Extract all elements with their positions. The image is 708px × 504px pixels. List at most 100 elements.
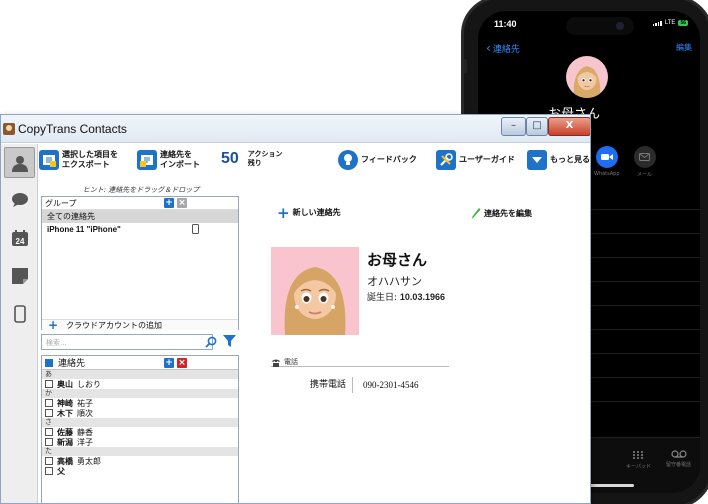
add-group-button[interactable]: + xyxy=(164,198,174,208)
screenshot-canvas: 11:40 LTE 56 ‹ 連絡先 編集 WhatsApp メール キーパッド… xyxy=(0,0,708,504)
calendar-day: 24 xyxy=(15,237,24,246)
contact-row[interactable]: 新潟 洋子 xyxy=(42,437,238,447)
user-guide-button[interactable]: ユーザーガイド xyxy=(436,150,515,170)
feedback-label: フィードバック xyxy=(361,155,417,164)
delete-group-button[interactable]: × xyxy=(177,198,187,208)
phone-action-video[interactable]: WhatsApp xyxy=(594,146,620,178)
export-label-2: エクスポート xyxy=(62,160,110,169)
contact-checkbox[interactable] xyxy=(45,457,53,465)
actions-label-2: 残り xyxy=(247,159,262,167)
group-iphone[interactable]: iPhone 11 "iPhone" xyxy=(42,223,238,236)
contacts-header: 連絡先 + × xyxy=(42,356,238,370)
import-icon xyxy=(137,150,157,170)
phone-device-icon xyxy=(192,224,199,234)
add-contact-button[interactable]: + xyxy=(164,358,174,368)
phone-tab-label: キーパッド xyxy=(626,464,651,470)
signal-icon xyxy=(652,20,662,26)
phone-action-label: WhatsApp xyxy=(594,171,620,177)
nav-calendar[interactable]: 24 xyxy=(4,222,35,253)
video-icon xyxy=(595,146,618,168)
plus-icon: + xyxy=(48,318,59,332)
phone-device-icon xyxy=(13,304,26,323)
phone-side-button xyxy=(464,59,467,73)
search-input[interactable]: 検索... xyxy=(41,334,213,350)
voicemail-icon xyxy=(670,450,687,458)
nav-contacts[interactable] xyxy=(4,147,35,178)
select-all-checkbox[interactable] xyxy=(45,358,53,367)
network-label: LTE xyxy=(664,20,676,26)
phone-action-mail[interactable]: メール xyxy=(633,146,656,178)
import-label-2: インポート xyxy=(160,160,200,169)
contact-checkbox[interactable] xyxy=(45,399,53,407)
phone-status-bar: LTE 56 xyxy=(652,20,688,26)
phone-number: 090-2301-4546 xyxy=(363,380,419,390)
more-label: もっと見る xyxy=(550,155,590,164)
nav-notes[interactable] xyxy=(4,260,35,291)
groups-header-label: グループ xyxy=(45,198,77,208)
phone-edit-button[interactable]: 編集 xyxy=(676,42,692,53)
title-bar[interactable]: CopyTrans Contacts – □ X xyxy=(1,115,590,143)
messages-icon xyxy=(11,192,28,207)
user-guide-label: ユーザーガイド xyxy=(459,155,515,164)
export-icon xyxy=(39,150,59,170)
contact-row[interactable]: 木下 順次 xyxy=(42,408,238,418)
contact-row[interactable]: 奥山 しおり xyxy=(42,379,238,389)
app-logo-icon xyxy=(3,123,15,135)
minimize-button[interactable]: – xyxy=(501,117,526,136)
phone-back-button[interactable]: ‹ 連絡先 xyxy=(486,41,520,55)
pencil-icon xyxy=(472,208,481,219)
contact-checkbox[interactable] xyxy=(45,428,53,436)
contact-name: お母さん xyxy=(367,251,428,269)
phone-row[interactable]: 携帯電話 090-2301-4546 xyxy=(271,370,451,400)
filter-icon[interactable] xyxy=(223,335,236,348)
group-all-contacts[interactable]: 全ての連絡先 xyxy=(42,210,238,223)
nav-device[interactable] xyxy=(4,298,35,329)
export-label-1: 選択した項目を xyxy=(62,150,118,159)
more-button[interactable]: もっと見る xyxy=(527,150,590,170)
contacts-icon xyxy=(11,155,28,172)
phone-tab-voicemail[interactable]: 留守番電話 xyxy=(666,450,691,468)
close-button[interactable]: X xyxy=(548,117,590,136)
groups-panel: グループ + × 全ての連絡先 iPhone 11 "iPhone" + クラウ… xyxy=(41,196,239,332)
contact-row[interactable]: 佐藤 静香 xyxy=(42,427,238,437)
left-panel: ヒント: 連絡先をドラッグ＆ドロップ グループ + × 全ての連絡先 iPhon… xyxy=(41,183,241,503)
new-contact-label: 新しい連絡先 xyxy=(292,208,341,217)
edit-contact-button[interactable]: 連絡先を編集 xyxy=(471,207,532,219)
group-label: iPhone 11 "iPhone" xyxy=(47,225,121,234)
contacts-list: 連絡先 + × あ 奥山 しおり か 神崎 祐子 木下 順次 さ 佐藤 静香 新… xyxy=(41,355,239,503)
add-cloud-account-button[interactable]: + クラウドアカウントの追加 xyxy=(42,318,238,332)
contact-checkbox[interactable] xyxy=(45,467,53,475)
export-button[interactable]: 選択した項目を エクスポート xyxy=(39,150,118,170)
phone-time: 11:40 xyxy=(494,19,517,29)
search-icon[interactable] xyxy=(205,336,217,348)
contact-last-name: 父 xyxy=(57,466,65,476)
contact-checkbox[interactable] xyxy=(45,409,53,417)
add-cloud-label: クラウドアカウントの追加 xyxy=(66,320,163,330)
chevron-left-icon: ‹ xyxy=(486,41,491,55)
dynamic-island xyxy=(566,17,634,35)
contact-checkbox[interactable] xyxy=(45,438,53,446)
contact-row[interactable]: 父 xyxy=(42,466,238,476)
birthday-label: 誕生日: xyxy=(367,293,398,303)
nav-messages[interactable] xyxy=(4,184,35,215)
contact-row[interactable]: 神崎 祐子 xyxy=(42,398,238,408)
feedback-button[interactable]: フィードバック xyxy=(338,150,417,170)
contact-checkbox[interactable] xyxy=(45,380,53,388)
left-nav-bar: 24 xyxy=(1,144,38,503)
delete-contact-button[interactable]: × xyxy=(177,358,187,368)
groups-header: グループ + × xyxy=(42,197,238,210)
toolbar: 選択した項目を エクスポート 連絡先を インポート 50 アクション 残り フィードバ… xyxy=(38,144,590,182)
tools-icon xyxy=(436,150,456,170)
maximize-button[interactable]: □ xyxy=(526,117,548,136)
import-button[interactable]: 連絡先を インポート xyxy=(137,150,200,170)
new-contact-button[interactable]: + 新しい連絡先 xyxy=(277,205,341,220)
copytrans-window: CopyTrans Contacts – □ X 24 選択した項目を エクスポ… xyxy=(0,114,591,504)
contact-row[interactable]: 高橋 勇太郎 xyxy=(42,456,238,466)
contact-first-name: しおり xyxy=(77,379,101,389)
group-label: 全ての連絡先 xyxy=(47,212,95,221)
actions-count: 50 xyxy=(221,150,239,167)
phone-tab-keypad[interactable]: キーパッド xyxy=(626,450,651,470)
contact-kana: オハハサン xyxy=(367,275,422,288)
drag-drop-hint: ヒント: 連絡先をドラッグ＆ドロップ xyxy=(82,186,200,194)
contact-last-name: 木下 xyxy=(57,408,73,418)
